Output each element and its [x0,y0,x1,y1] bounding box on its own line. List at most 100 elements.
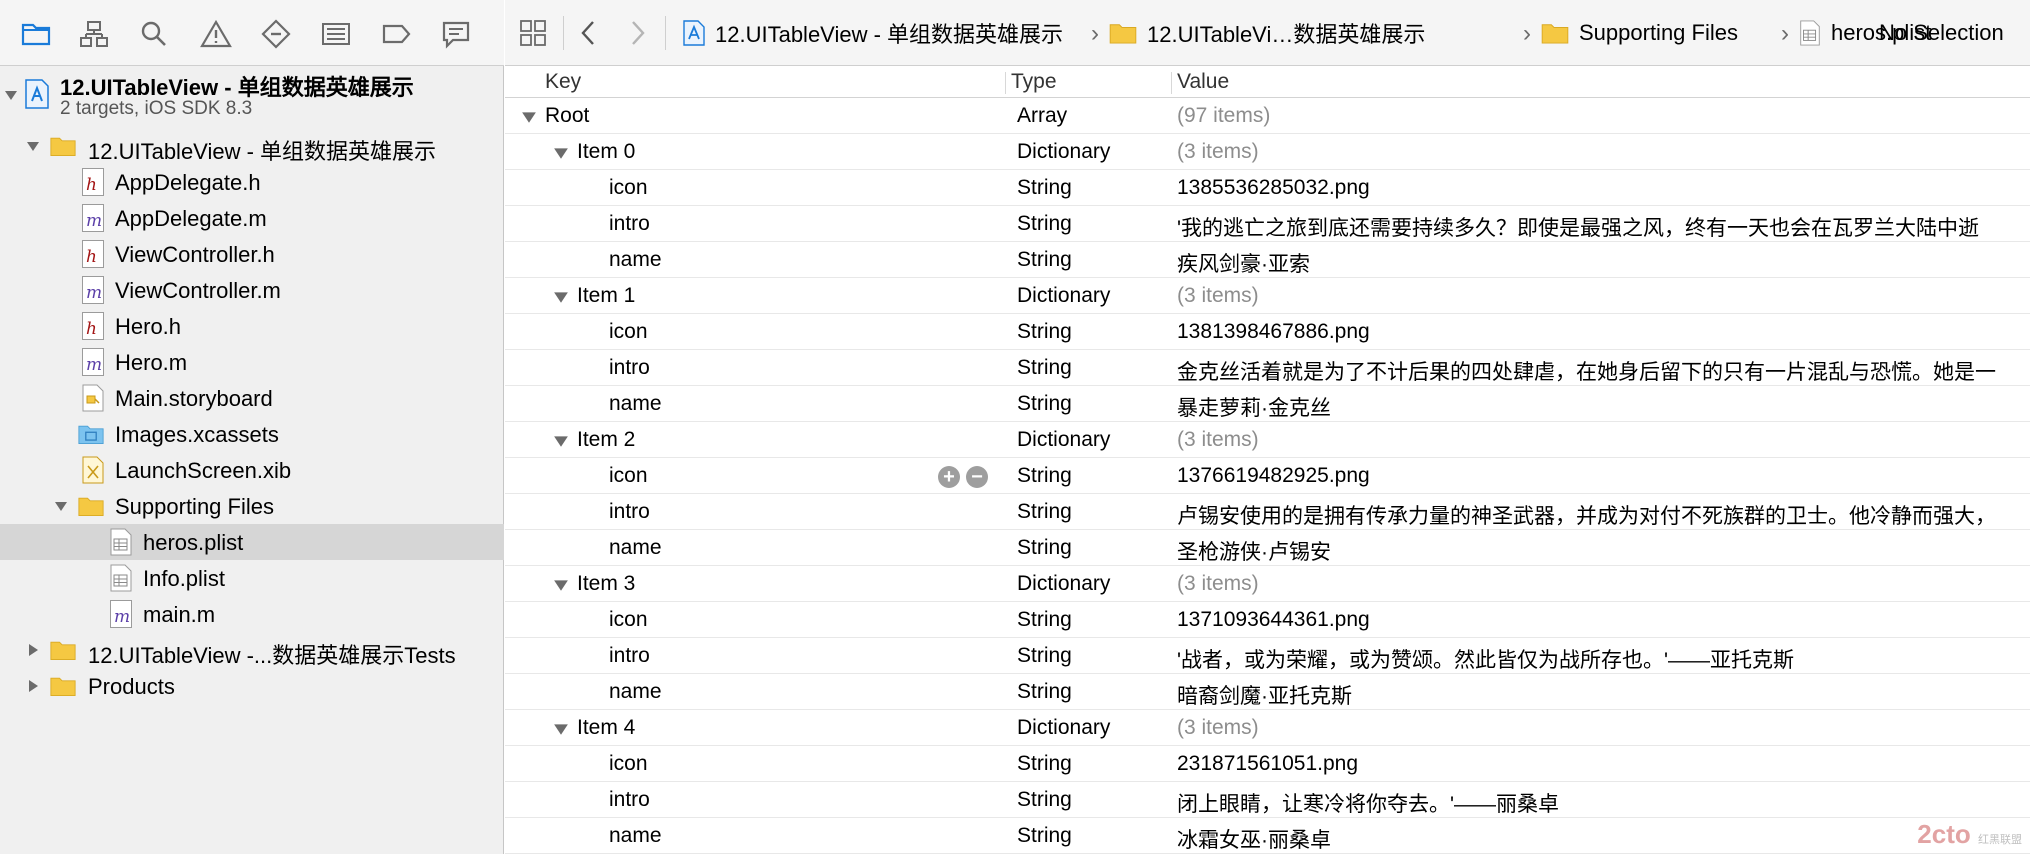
disclosure-open-icon[interactable] [553,721,569,737]
tree-row-file[interactable]: h Hero.h [0,308,504,344]
disclosure-closed-icon[interactable] [24,677,42,695]
tree-row-folder[interactable]: Products [0,668,504,704]
tree-row-file[interactable]: LaunchScreen.xib [0,452,504,488]
column-header-key[interactable]: Key [545,70,581,94]
disclosure-open-icon[interactable] [553,289,569,305]
warning-icon[interactable] [196,14,236,54]
plist-row-field[interactable]: name String 暴走萝莉·金克丝 [505,386,2030,422]
disclosure-open-icon[interactable] [24,137,42,155]
plist-value[interactable]: 暴走萝莉·金克丝 [1177,392,2027,422]
tree-row-file[interactable]: h ViewController.h [0,236,504,272]
plist-type[interactable]: Dictionary [1017,572,1110,596]
plist-value[interactable]: '我的逃亡之旅到底还需要持续多久？即使是最强之风，终有一天也会在瓦罗兰大陆中逝 [1177,212,2027,242]
tree-row-folder[interactable]: 12.UITableView -...数据英雄展示Tests [0,632,504,668]
disclosure-open-icon[interactable] [553,145,569,161]
plist-value[interactable]: 暗裔剑魔·亚托克斯 [1177,680,2027,710]
forward-arrow-icon[interactable] [619,13,655,53]
plist-row-item[interactable]: Item 1 Dictionary (3 items) [505,278,2030,314]
plist-row-field[interactable]: intro String 闭上眼睛，让寒冷将你夺去。'——丽桑卓 [505,782,2030,818]
plist-value[interactable]: 1376619482925.png [1177,464,2027,488]
add-row-icon[interactable]: + [938,466,960,488]
tree-row-file[interactable]: m main.m [0,596,504,632]
plist-value[interactable]: 金克丝活着就是为了不计后果的四处肆虐，在她身后留下的只有一片混乱与恐慌。她是一 [1177,356,2027,386]
plist-key[interactable]: name [609,248,662,272]
jump-bar-segment-group[interactable]: 12.UITableVi…数据英雄展示 [1109,13,1425,53]
chat-icon[interactable] [436,14,476,54]
plist-key[interactable]: name [609,680,662,704]
plist-key[interactable]: intro [609,212,650,236]
jump-bar-segment-selection[interactable]: No Selection [1879,13,2004,53]
plist-type[interactable]: String [1017,500,1072,524]
disclosure-closed-icon[interactable] [24,641,42,659]
plist-row-root[interactable]: Root Array (97 items) [505,98,2030,134]
plist-row-item[interactable]: Item 2 Dictionary (3 items) [505,422,2030,458]
disclosure-open-icon[interactable] [521,109,537,125]
plist-value[interactable]: 1381398467886.png [1177,320,2027,344]
disclosure-open-icon[interactable] [553,577,569,593]
plist-key[interactable]: intro [609,356,650,380]
tree-row-group[interactable]: 12.UITableView - 单组数据英雄展示 [0,128,504,164]
plist-key[interactable]: intro [609,500,650,524]
plist-row-item[interactable]: Item 3 Dictionary (3 items) [505,566,2030,602]
plist-row-field[interactable]: icon String 1381398467886.png [505,314,2030,350]
plist-value[interactable]: 疾风剑豪·亚索 [1177,248,2027,278]
plist-row-field[interactable]: icon String 1371093644361.png [505,602,2030,638]
plist-value[interactable]: 1371093644361.png [1177,608,2027,632]
plist-type[interactable]: String [1017,680,1072,704]
tree-row-file[interactable]: m Hero.m [0,344,504,380]
back-arrow-icon[interactable] [571,13,607,53]
plist-row-field[interactable]: icon String 1385536285032.png [505,170,2030,206]
label-icon[interactable] [376,14,416,54]
plist-row-field[interactable]: name String 疾风剑豪·亚索 [505,242,2030,278]
related-items-icon[interactable] [515,13,551,53]
plist-type[interactable]: String [1017,788,1072,812]
plist-type[interactable]: String [1017,392,1072,416]
plist-value[interactable]: 冰霜女巫·丽桑卓 [1177,824,2027,854]
plist-key[interactable]: icon [609,320,648,344]
plist-type[interactable]: Dictionary [1017,140,1110,164]
plist-row-field[interactable]: icon String 231871561051.png [505,746,2030,782]
test-icon[interactable] [256,14,296,54]
folder-icon[interactable] [16,14,56,54]
plist-row-field[interactable]: intro String 金克丝活着就是为了不计后果的四处肆虐，在她身后留下的只… [505,350,2030,386]
search-icon[interactable] [134,14,174,54]
remove-row-icon[interactable]: − [966,466,988,488]
tree-row-folder[interactable]: Supporting Files [0,488,504,524]
plist-type[interactable]: String [1017,752,1072,776]
plist-type[interactable]: String [1017,824,1072,848]
plist-type[interactable]: String [1017,464,1072,488]
plist-type[interactable]: Dictionary [1017,716,1110,740]
tree-row-file[interactable]: h AppDelegate.h [0,164,504,200]
plist-row-field[interactable]: intro String 卢锡安使用的是拥有传承力量的神圣武器，并成为对付不死族… [505,494,2030,530]
plist-key[interactable]: icon [609,176,648,200]
plist-key[interactable]: name [609,392,662,416]
plist-row-field-hovered[interactable]: icon + − String 1376619482925.png [505,458,2030,494]
plist-row-field[interactable]: name String 冰霜女巫·丽桑卓 [505,818,2030,854]
disclosure-open-icon[interactable] [2,86,20,104]
column-header-type[interactable]: Type [1011,70,1057,94]
list-icon[interactable] [316,14,356,54]
hierarchy-icon[interactable] [74,14,114,54]
tree-row-file-selected[interactable]: heros.plist [0,524,504,560]
plist-row-field[interactable]: name String 圣枪游侠·卢锡安 [505,530,2030,566]
plist-type[interactable]: String [1017,248,1072,272]
column-header-value[interactable]: Value [1177,70,1229,94]
plist-key[interactable]: intro [609,788,650,812]
plist-value[interactable]: 1385536285032.png [1177,176,2027,200]
plist-type[interactable]: String [1017,608,1072,632]
plist-key[interactable]: name [609,536,662,560]
tree-row-file[interactable]: m AppDelegate.m [0,200,504,236]
plist-key[interactable]: icon [609,464,648,488]
plist-type[interactable]: Dictionary [1017,284,1110,308]
plist-row-item[interactable]: Item 4 Dictionary (3 items) [505,710,2030,746]
plist-type[interactable]: String [1017,644,1072,668]
plist-row-field[interactable]: name String 暗裔剑魔·亚托克斯 [505,674,2030,710]
plist-type[interactable]: Dictionary [1017,428,1110,452]
disclosure-open-icon[interactable] [553,433,569,449]
tree-row-file[interactable]: Info.plist [0,560,504,596]
plist-key[interactable]: icon [609,752,648,776]
plist-value[interactable]: 圣枪游侠·卢锡安 [1177,536,2027,566]
jump-bar-segment-project[interactable]: 12.UITableView - 单组数据英雄展示 [683,13,1063,53]
plist-row-field[interactable]: intro String '我的逃亡之旅到底还需要持续多久？即使是最强之风，终有… [505,206,2030,242]
plist-row-field[interactable]: intro String '战者，或为荣耀，或为赞颂。然此皆仅为战所存也。'——… [505,638,2030,674]
